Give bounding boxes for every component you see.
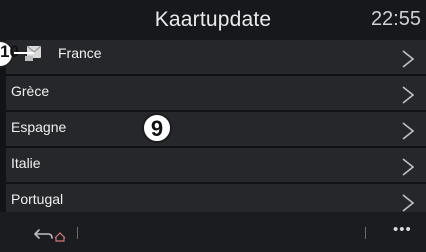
- chevron-right-icon: [402, 50, 414, 68]
- page-title: Kaartupdate: [154, 8, 272, 31]
- screen: Kaartupdate 22:55 France Grèce Espagne I…: [0, 0, 426, 252]
- more-icon[interactable]: •••: [393, 221, 412, 238]
- list-item-france[interactable]: France: [6, 40, 426, 76]
- list-item-label: Espagne: [11, 119, 67, 135]
- clock: 22:55: [370, 8, 421, 30]
- chevron-right-icon: [402, 122, 414, 140]
- back-icon[interactable]: [32, 225, 68, 243]
- list-item-espagne[interactable]: Espagne: [6, 112, 426, 148]
- list-item-label: Grèce: [11, 83, 50, 99]
- callout-badge-9: 9: [142, 113, 172, 143]
- chevron-right-icon: [402, 86, 414, 104]
- country-list: France Grèce Espagne Italie Portugal: [6, 40, 426, 220]
- list-item-label: Portugal: [11, 191, 64, 207]
- callout-leader-line: [14, 52, 34, 54]
- list-item-italie[interactable]: Italie: [6, 148, 426, 184]
- chevron-right-icon: [402, 158, 414, 176]
- list-item-grece[interactable]: Grèce: [6, 76, 426, 112]
- list-item-label: France: [58, 45, 102, 61]
- list-item-label: Italie: [11, 155, 41, 171]
- header-bar: Kaartupdate 22:55: [0, 0, 426, 40]
- chevron-right-icon: [402, 194, 414, 212]
- divider: [365, 227, 366, 239]
- divider: [77, 227, 78, 239]
